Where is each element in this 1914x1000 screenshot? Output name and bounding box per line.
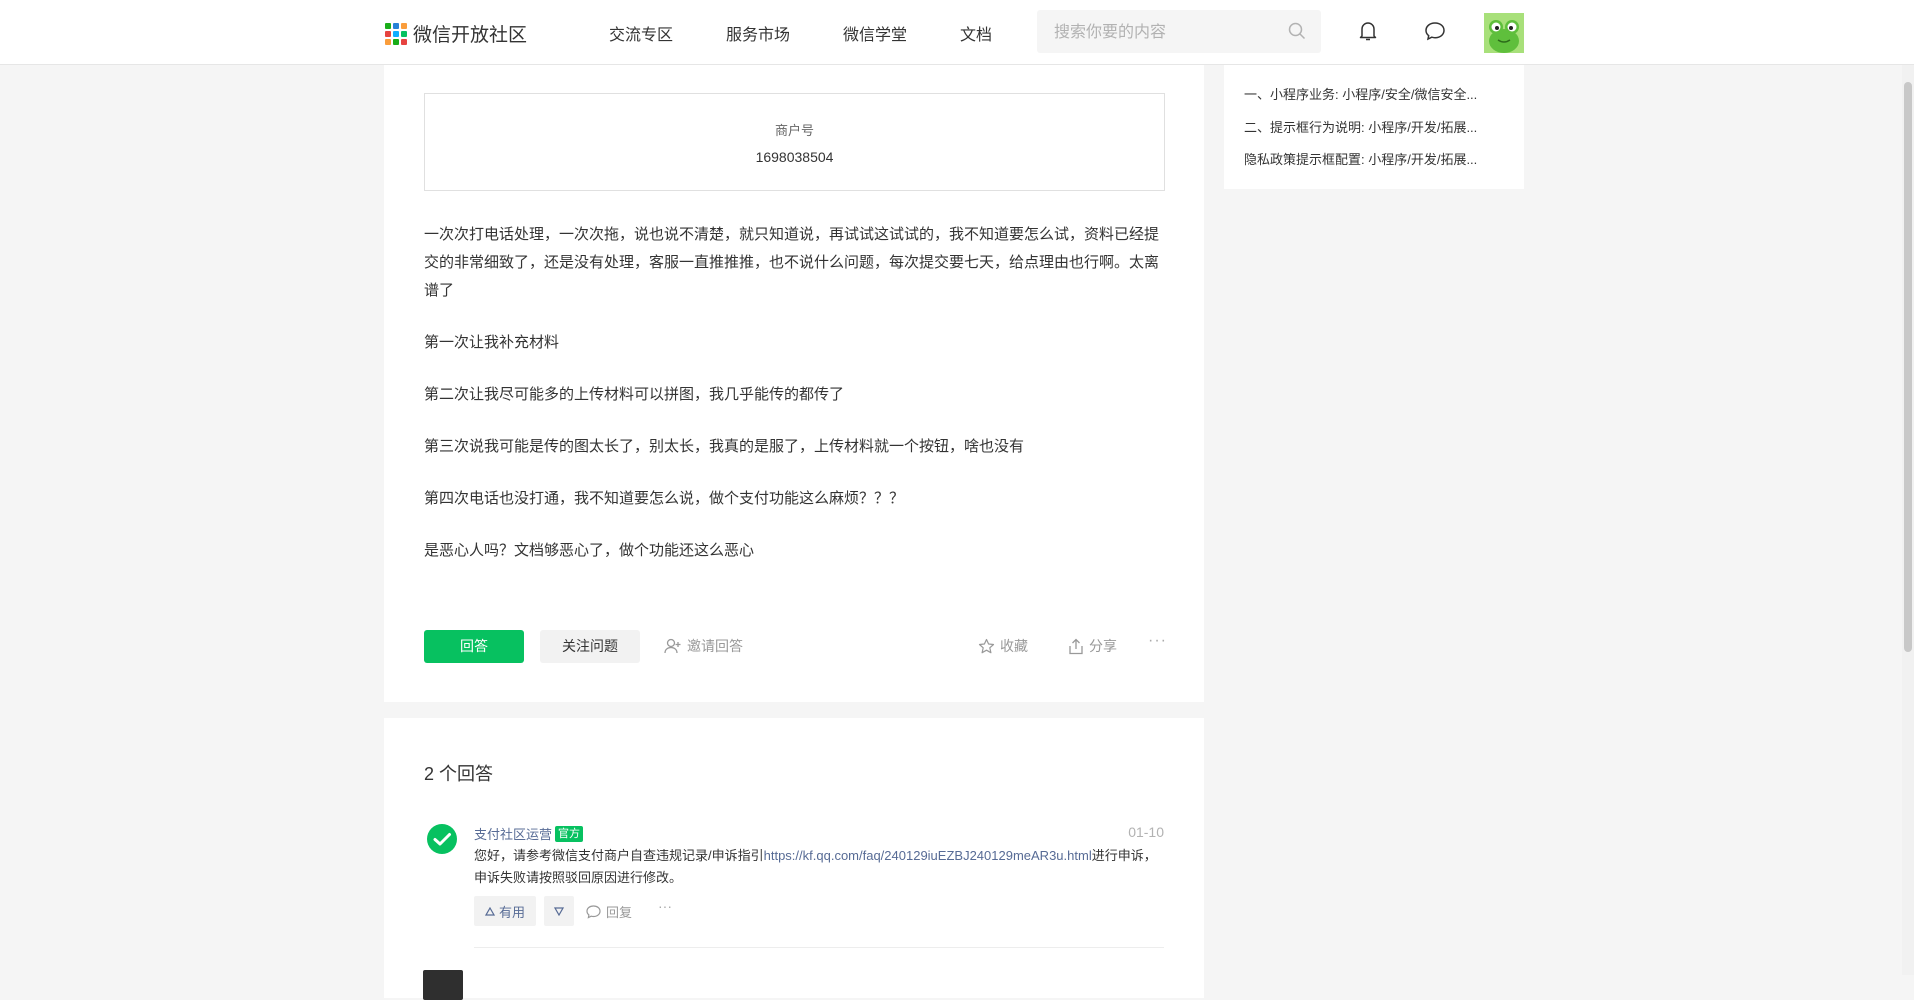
page-scrollbar[interactable] bbox=[1902, 64, 1914, 975]
useful-button[interactable]: 有用 bbox=[474, 896, 536, 926]
merchant-info-box: 商户号 1698038504 bbox=[424, 93, 1165, 191]
answer-divider bbox=[474, 947, 1164, 948]
top-navigation-bar: 微信开放社区 交流专区 服务市场 微信学堂 文档 bbox=[0, 0, 1914, 65]
answer-text: 您好，请参考微信支付商户自查违规记录/申诉指引 bbox=[474, 848, 764, 863]
question-paragraph: 第三次说我可能是传的图太长了，别太长，我真的是服了，上传材料就一个按钮，啥也没有 bbox=[424, 438, 1025, 455]
sidebar-doc-link[interactable]: 二、提示框行为说明: 小程序/开发/拓展... bbox=[1244, 117, 1506, 136]
message-icon[interactable] bbox=[1424, 20, 1446, 42]
answer-button[interactable]: 回答 bbox=[424, 630, 524, 663]
official-badge: 官方 bbox=[555, 825, 584, 842]
answers-count: 2 个回答 bbox=[424, 764, 494, 784]
collect-label: 收藏 bbox=[1000, 638, 1028, 654]
merchant-id-value: 1698038504 bbox=[755, 149, 834, 165]
question-paragraph: 第四次电话也没打通，我不知道要怎么说，做个支付功能这么麻烦？？？ bbox=[424, 490, 905, 507]
answer-link[interactable]: https://kf.qq.com/faq/240129iuEZBJ240129… bbox=[764, 848, 1092, 863]
invite-answer-label: 邀请回答 bbox=[687, 638, 743, 654]
question-card: 商户号 1698038504 一次次打电话处理，一次次拖，说也说不清楚，就只知道… bbox=[384, 0, 1204, 702]
share-label: 分享 bbox=[1089, 638, 1117, 654]
invite-answer-button[interactable]: 邀请回答 bbox=[664, 636, 743, 656]
nav-item-wechat-academy[interactable]: 微信学堂 bbox=[843, 21, 907, 45]
question-paragraph: 是恶心人吗？文档够恶心了，做个功能还这么恶心 bbox=[424, 542, 755, 559]
site-logo[interactable]: 微信开放社区 bbox=[385, 20, 527, 47]
merchant-id-label: 商户号 bbox=[774, 123, 814, 138]
nav-item-exchange[interactable]: 交流专区 bbox=[609, 21, 673, 45]
question-paragraph: 一次次打电话处理，一次次拖，说也说不清楚，就只知道说，再试试这试试的，我不知道要… bbox=[424, 226, 1160, 299]
search-box bbox=[1037, 10, 1321, 55]
nav-item-service-market[interactable]: 服务市场 bbox=[726, 21, 790, 45]
question-paragraph: 第二次让我尽可能多的上传材料可以拼图，我几乎能传的都传了 bbox=[424, 386, 845, 403]
answer-more-icon[interactable]: ··· bbox=[658, 898, 672, 914]
logo-grid-icon bbox=[385, 22, 407, 45]
sidebar-doc-link[interactable]: 一、小程序业务: 小程序/安全/微信安全... bbox=[1244, 84, 1506, 103]
bell-icon[interactable] bbox=[1358, 20, 1378, 42]
user-avatar[interactable] bbox=[1484, 13, 1524, 53]
answer-date: 01-10 bbox=[1128, 824, 1164, 840]
search-input[interactable] bbox=[1052, 10, 1276, 55]
collect-button[interactable]: 收藏 bbox=[978, 636, 1028, 656]
share-icon bbox=[1069, 638, 1083, 654]
question-paragraph: 第一次让我补充材料 bbox=[424, 334, 560, 351]
add-user-icon bbox=[664, 638, 681, 654]
triangle-down-icon bbox=[554, 906, 564, 916]
follow-question-button[interactable]: 关注问题 bbox=[540, 630, 640, 663]
answer-content: 您好，请参考微信支付商户自查违规记录/申诉指引https://kf.qq.com… bbox=[474, 845, 1164, 889]
answer-author-name[interactable]: 支付社区运营 bbox=[474, 824, 552, 843]
more-options-icon[interactable]: ··· bbox=[1148, 632, 1167, 650]
search-icon[interactable] bbox=[1288, 22, 1306, 40]
scrollbar-thumb[interactable] bbox=[1904, 82, 1912, 652]
reply-button[interactable]: 回复 bbox=[586, 902, 632, 921]
answers-card: 2 个回答 支付社区运营 官方 01-10 您好，请参考微信支付商户自查违规记录… bbox=[384, 718, 1204, 1000]
sidebar-doc-link[interactable]: 隐私政策提示框配置: 小程序/开发/拓展... bbox=[1244, 149, 1506, 168]
useful-label: 有用 bbox=[498, 904, 525, 920]
downvote-button[interactable] bbox=[544, 896, 574, 926]
share-button[interactable]: 分享 bbox=[1068, 636, 1117, 656]
answer-author[interactable]: 支付社区运营 官方 bbox=[474, 824, 584, 843]
triangle-up-icon bbox=[484, 906, 495, 916]
logo-text: 微信开放社区 bbox=[413, 25, 528, 46]
comment-icon bbox=[586, 904, 601, 919]
wechat-pay-avatar-icon[interactable] bbox=[427, 824, 457, 854]
frog-avatar-icon bbox=[1484, 13, 1524, 53]
reply-label: 回复 bbox=[606, 905, 633, 920]
nav-item-docs[interactable]: 文档 bbox=[960, 21, 992, 45]
star-icon bbox=[978, 638, 995, 653]
